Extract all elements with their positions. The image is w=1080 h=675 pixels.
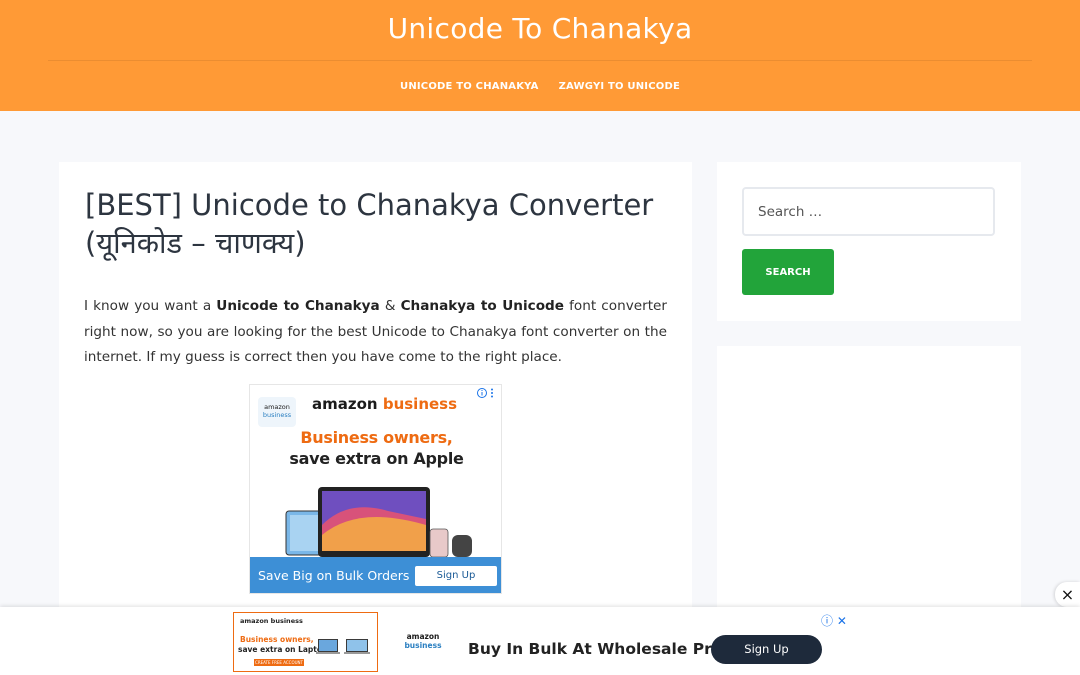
site-title[interactable]: Unicode To Chanakya — [0, 12, 1080, 45]
thumb-brand: amazon business — [240, 617, 303, 625]
bottom-amazon-business-logo: amazon business — [398, 632, 448, 668]
bottom-ad-headline: Buy In Bulk At Wholesale Price — [468, 640, 737, 658]
paragraph-bold-chanakya-to-unicode: Chanakya to Unicode — [400, 298, 564, 314]
article-card: [BEST] Unicode to Chanakya Converter (यू… — [59, 162, 692, 622]
nav-item-zawgyi-to-unicode[interactable]: ZAWGYI TO UNICODE — [559, 81, 680, 92]
sidebar-ad-widget — [717, 346, 1021, 621]
ad-headline-line2: save extra on Apple — [289, 449, 464, 468]
site-header: Unicode To Chanakya UNICODE TO CHANAKYA … — [0, 0, 1080, 111]
bottom-adchoices-icon[interactable]: ⓘ ✕ — [821, 612, 847, 629]
bottom-sticky-ad[interactable]: amazon business Business owners, save ex… — [0, 607, 1080, 675]
close-ad-button[interactable]: × — [1055, 582, 1080, 607]
main-nav: UNICODE TO CHANAKYA ZAWGYI TO UNICODE — [0, 81, 1080, 92]
adchoices-icon[interactable] — [477, 387, 497, 402]
search-button[interactable]: SEARCH — [742, 249, 834, 295]
search-input[interactable] — [742, 187, 995, 236]
ad-headline-line1: Business owners, — [300, 428, 453, 447]
bottom-logo-business: business — [404, 641, 442, 650]
bottom-signup-button[interactable]: Sign Up — [711, 635, 822, 664]
header-divider — [48, 60, 1032, 61]
inline-ad[interactable]: amazon business amazon business Business… — [249, 384, 502, 594]
ad-signup-button[interactable]: Sign Up — [415, 566, 497, 586]
logo-line-business: business — [262, 411, 292, 419]
amazon-business-logo: amazon business — [258, 397, 296, 427]
paragraph-text: I know you want a — [84, 298, 217, 314]
nav-item-unicode-to-chanakya[interactable]: UNICODE TO CHANAKYA — [400, 81, 539, 92]
apple-devices-image — [285, 487, 472, 557]
search-widget: SEARCH — [717, 162, 1021, 321]
paragraph-text: & — [379, 298, 401, 314]
logo-line-amazon: amazon — [264, 403, 290, 411]
article-title: [BEST] Unicode to Chanakya Converter (यू… — [85, 188, 654, 260]
bottom-ad-thumbnail[interactable]: amazon business Business owners, save ex… — [233, 612, 378, 672]
bottom-logo-amazon: amazon — [406, 632, 440, 641]
paragraph-bold-unicode-to-chanakya: Unicode to Chanakya — [216, 298, 380, 314]
thumb-cta-button[interactable]: CREATE FREE ACCOUNT — [254, 659, 304, 666]
ad-brand-name: amazon business — [312, 395, 457, 413]
close-icon: × — [1060, 585, 1075, 604]
brand-word-amazon: amazon — [312, 395, 378, 413]
info-close-icon — [477, 388, 493, 398]
ad-cta-bar[interactable]: Save Big on Bulk Orders Sign Up — [250, 557, 501, 593]
brand-word-business: business — [382, 395, 458, 413]
article-intro-paragraph: I know you want a Unicode to Chanakya & … — [84, 294, 667, 371]
thumb-headline-line1: Business owners, — [240, 635, 314, 644]
ad-cta-text: Save Big on Bulk Orders — [258, 568, 410, 583]
laptops-image — [316, 639, 370, 654]
